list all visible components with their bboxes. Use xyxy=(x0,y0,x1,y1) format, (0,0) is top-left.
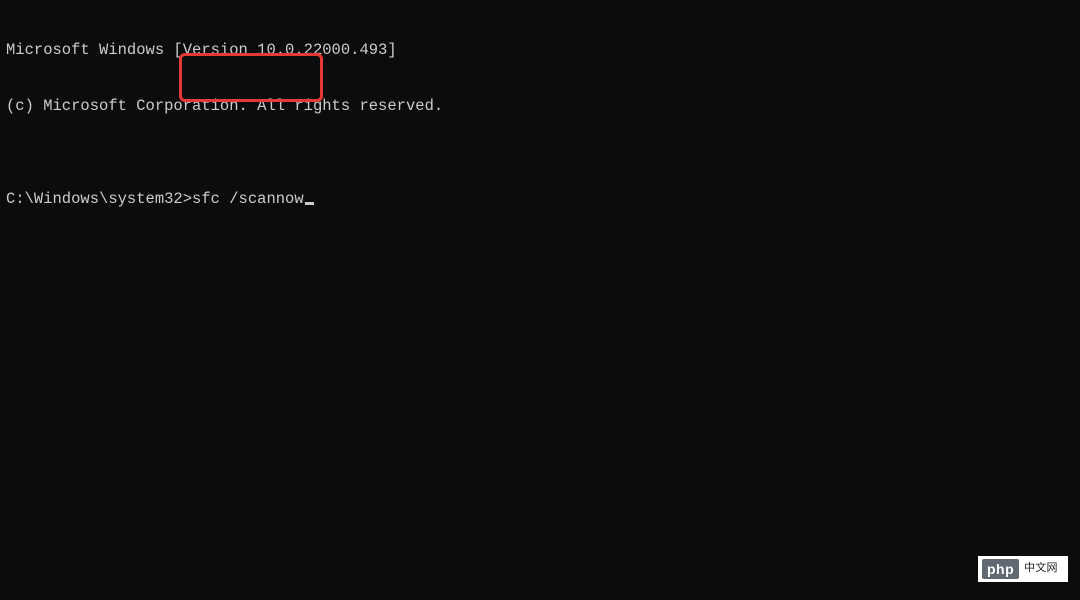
copyright-line: (c) Microsoft Corporation. All rights re… xyxy=(6,97,1074,116)
prompt-line[interactable]: C:\Windows\system32>sfc /scannow xyxy=(6,190,1074,209)
command-input[interactable]: sfc /scannow xyxy=(192,190,304,209)
text-cursor-icon xyxy=(305,202,314,205)
prompt-path: C:\Windows\system32> xyxy=(6,190,192,209)
command-prompt-output[interactable]: Microsoft Windows [Version 10.0.22000.49… xyxy=(0,0,1080,231)
watermark-cn-label: 中文网 xyxy=(1024,562,1058,575)
watermark-php-label: php xyxy=(982,559,1019,580)
watermark-badge: php 中文网 xyxy=(978,556,1068,582)
version-line: Microsoft Windows [Version 10.0.22000.49… xyxy=(6,41,1074,60)
